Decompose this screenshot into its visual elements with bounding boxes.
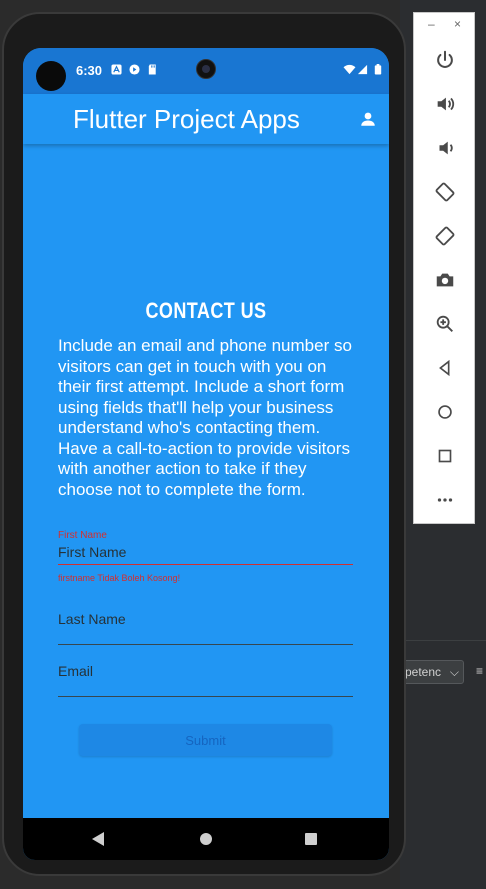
camera-icon[interactable] [430, 265, 460, 295]
notification-a-icon [111, 64, 122, 75]
camera-cutout [36, 61, 66, 91]
minimize-button[interactable]: – [428, 17, 435, 31]
nav-home-icon[interactable] [199, 831, 213, 847]
home-icon[interactable] [430, 397, 460, 427]
email-field [58, 661, 353, 697]
navigation-bar [23, 818, 389, 860]
ide-divider [400, 640, 486, 641]
ide-dropdown[interactable]: petenc ⌵ [400, 660, 464, 684]
nav-back-icon[interactable] [91, 831, 105, 847]
back-icon[interactable] [430, 353, 460, 383]
page-description: Include an email and phone number so vis… [58, 336, 352, 499]
volume-up-icon[interactable] [430, 89, 460, 119]
phone-frame: 6:30 Flutter Project Apps CONTACT US Inc… [2, 12, 406, 876]
zoom-icon[interactable] [430, 309, 460, 339]
overview-icon[interactable] [430, 441, 460, 471]
front-camera-icon [196, 59, 216, 79]
last-name-field [58, 609, 353, 645]
status-time: 6:30 [76, 63, 103, 78]
first-name-floating-label: First Name [58, 530, 107, 541]
first-name-error: firstname Tidak Boleh Kosong! [58, 573, 181, 583]
power-icon[interactable] [430, 45, 460, 75]
rotate-left-icon[interactable] [430, 177, 460, 207]
email-underline [58, 696, 353, 697]
wifi-icon [343, 64, 356, 75]
app-bar: Flutter Project Apps [23, 94, 389, 144]
battery-icon [374, 64, 382, 75]
page-title: CONTACT US [145, 298, 267, 323]
ide-dropdown-text: petenc [405, 665, 442, 679]
rotate-right-icon[interactable] [430, 221, 460, 251]
ide-menu-icon[interactable]: ≡ [476, 664, 483, 678]
person-icon[interactable] [359, 110, 377, 128]
status-bar: 6:30 [23, 48, 389, 94]
signal-icon [357, 64, 368, 75]
submit-button[interactable]: Submit [79, 724, 332, 756]
first-name-input[interactable] [58, 542, 353, 562]
emulator-toolbar: – × [413, 12, 475, 524]
volume-down-icon[interactable] [430, 133, 460, 163]
app-title: Flutter Project Apps [73, 104, 300, 134]
close-button[interactable]: × [454, 17, 461, 31]
sd-card-icon [148, 64, 156, 75]
play-protect-icon [129, 64, 140, 75]
last-name-underline [58, 644, 353, 645]
last-name-input[interactable] [58, 609, 353, 629]
nav-overview-icon[interactable] [304, 831, 318, 847]
more-icon[interactable] [430, 485, 460, 515]
email-input[interactable] [58, 661, 353, 681]
first-name-underline [58, 564, 353, 565]
phone-screen: 6:30 Flutter Project Apps CONTACT US Inc… [23, 48, 389, 860]
chevron-down-icon: ⌵ [449, 665, 459, 679]
first-name-field: First Name firstname Tidak Boleh Kosong! [58, 530, 353, 583]
